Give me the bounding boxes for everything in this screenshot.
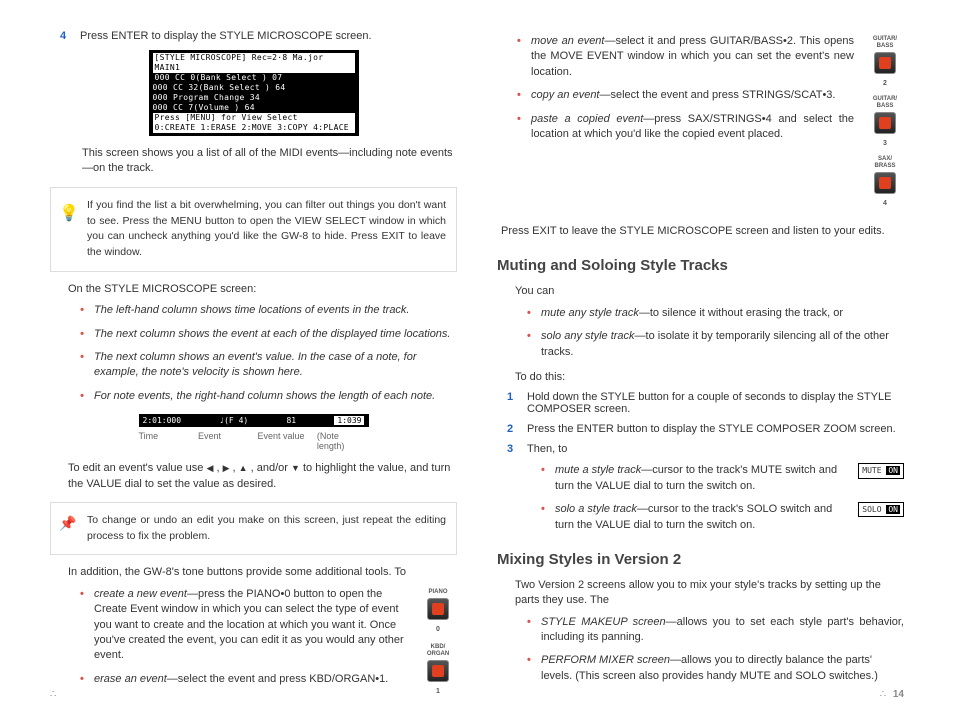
paragraph: Two Version 2 screens allow you to mix y… [515, 578, 904, 609]
up-arrow-icon: ▲ [239, 463, 248, 473]
paragraph: This screen shows you a list of all of t… [82, 146, 457, 177]
footer-dots-left: ∴ [50, 689, 58, 700]
list-item: The next column shows an event's value. … [80, 350, 457, 381]
list-item: SOLO ON solo a style track—cursor to the… [541, 502, 904, 533]
step-3: 3Then, to [497, 443, 904, 455]
bullet-list: STYLE MAKEUP screen—allows you to set ea… [527, 615, 904, 685]
row-labels: Time Event Event value (Note length) [139, 431, 369, 451]
bullet-list: move an event—select it and press GUITAR… [517, 34, 854, 142]
list-item: erase an event—select the event and pres… [80, 672, 407, 687]
right-arrow-icon: ▶ [223, 463, 230, 473]
bullet-list: The left-hand column shows time location… [80, 303, 457, 404]
paragraph: On the STYLE MICROSCOPE screen: [68, 282, 457, 297]
list-item: copy an event—select the event and press… [517, 88, 854, 103]
left-arrow-icon: ◀ [206, 463, 213, 473]
button-pad-guitar-bass-3: GUITAR/ BASS 3 [866, 96, 904, 148]
paragraph: To edit an event's value use ◀ , ▶ , ▲ ,… [68, 461, 457, 492]
list-item: solo any style track—to isolate it by te… [527, 329, 904, 360]
step-text: Press ENTER to display the STYLE MICROSC… [80, 30, 457, 42]
pad-icon [427, 660, 449, 682]
bullet-list: MUTE ON mute a style track—cursor to the… [541, 463, 904, 533]
button-pad-piano: PIANO 0 [419, 589, 457, 634]
list-item: The next column shows the event at each … [80, 327, 457, 342]
page-number: ∴ 14 [880, 689, 904, 700]
button-pad-guitar-bass-2: GUITAR/ BASS 2 [866, 36, 904, 88]
list-item: STYLE MAKEUP screen—allows you to set ea… [527, 615, 904, 646]
bullet-list: mute any style track—to silence it witho… [527, 306, 904, 360]
list-item: PERFORM MIXER screen—allows you to direc… [527, 653, 904, 684]
solo-switch-icon: SOLO ON [858, 502, 904, 517]
step-number: 4 [50, 30, 80, 42]
lcd-screenshot-1: [STYLE MICROSCOPE] Rec=2·8 Ma.jor MAIN1 … [149, 50, 359, 136]
heading-muting-soloing: Muting and Soloing Style Tracks [497, 257, 904, 274]
paragraph: In addition, the GW-8's tone buttons pro… [68, 565, 457, 580]
button-pad-sax-brass: SAX/ BRASS 4 [866, 156, 904, 208]
note-box: 📌 To change or undo an edit you make on … [50, 502, 457, 556]
tip-box: 💡 If you find the list a bit overwhelmin… [50, 187, 457, 272]
list-item: create a new event—press the PIANO•0 but… [80, 587, 407, 664]
paragraph: Press EXIT to leave the STYLE MICROSCOPE… [501, 224, 904, 239]
paragraph: You can [515, 284, 904, 299]
list-item: paste a copied event—press SAX/STRINGS•4… [517, 112, 854, 143]
list-item: mute any style track—to silence it witho… [527, 306, 904, 321]
pad-icon [874, 112, 896, 134]
list-item: For note events, the right-hand column s… [80, 389, 457, 404]
pad-icon [427, 598, 449, 620]
pad-icon [874, 172, 896, 194]
down-arrow-icon: ▼ [291, 463, 300, 473]
list-item: The left-hand column shows time location… [80, 303, 457, 318]
bullet-list: create a new event—press the PIANO•0 but… [80, 587, 407, 687]
list-item: move an event—select it and press GUITAR… [517, 34, 854, 80]
step-4: 4 Press ENTER to display the STYLE MICRO… [50, 30, 457, 42]
page-footer: ∴ ∴ 14 [50, 689, 904, 700]
button-pad-kbd-organ: KBD/ ORGAN 1 [419, 644, 457, 696]
list-item: MUTE ON mute a style track—cursor to the… [541, 463, 904, 494]
step-1: 1Hold down the STYLE button for a couple… [497, 391, 904, 415]
heading-mixing-styles: Mixing Styles in Version 2 [497, 551, 904, 568]
mute-switch-icon: MUTE ON [858, 463, 904, 478]
step-2: 2Press the ENTER button to display the S… [497, 423, 904, 435]
pad-icon [874, 52, 896, 74]
lcd-row: 2:01:000 ♩(F 4) 81 1:039 [139, 414, 369, 427]
lightbulb-icon: 💡 [59, 202, 79, 226]
paragraph: To do this: [515, 370, 904, 385]
pushpin-icon: 📌 [59, 513, 76, 534]
